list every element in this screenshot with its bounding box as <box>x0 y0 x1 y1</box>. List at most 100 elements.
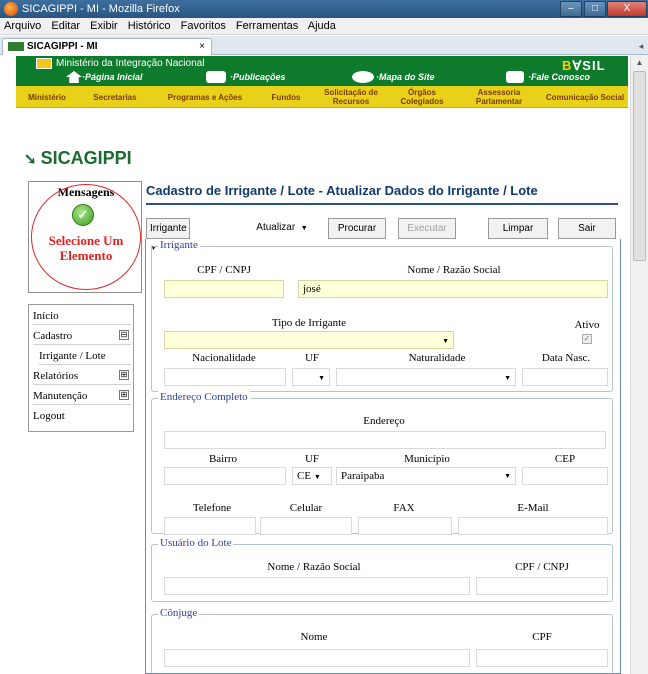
nacionalidade-input[interactable] <box>164 368 286 386</box>
entity-select[interactable]: Irrigante ▼ <box>146 218 190 252</box>
conjuge-cpf-input[interactable] <box>476 649 608 667</box>
cep-input[interactable] <box>522 467 608 485</box>
browser-tab[interactable]: SICAGIPPI - MI × <box>2 38 212 55</box>
nav-solicitacao-de-recursos[interactable]: Solicitação de Recursos <box>314 86 388 108</box>
data-nasc-input[interactable] <box>522 368 608 386</box>
expand-icon[interactable]: ⊞ <box>119 370 129 380</box>
maximize-button[interactable]: □ <box>584 1 606 17</box>
expand-icon[interactable]: ⊞ <box>119 390 129 400</box>
link-mapa-do-site[interactable]: ·Mapa do Site <box>376 72 435 82</box>
usuario-cpf-label: CPF / CNPJ <box>515 561 569 573</box>
ministry-flag-icon <box>36 58 52 69</box>
sidebar-item-logout[interactable]: Logout <box>33 407 131 425</box>
usuario-cpf-input[interactable] <box>476 577 608 595</box>
home-icon <box>66 71 82 83</box>
action-select-value: Atualizar <box>256 222 296 233</box>
scroll-thumb[interactable] <box>633 71 646 261</box>
cpf-cnpj-input[interactable] <box>164 280 284 298</box>
endereco-uf-select[interactable]: CE ▼ <box>292 467 332 485</box>
email-label: E-Mail <box>517 502 549 514</box>
telefone-label: Telefone <box>192 502 232 514</box>
link-fale-conosco[interactable]: ·Fale Conosco <box>528 72 590 82</box>
menu-editar[interactable]: Editar <box>51 20 80 32</box>
endereco-uf-value: CE <box>297 470 312 482</box>
sidebar-item-cadastro[interactable]: Cadastro ⊟ <box>33 327 131 345</box>
site-header: Ministério da Integração Nacional BⱯSIL … <box>16 56 628 134</box>
brasil-logo-b: B <box>562 58 573 73</box>
limpar-button[interactable]: Limpar <box>488 218 548 239</box>
close-window-button[interactable]: X <box>607 1 647 17</box>
scroll-up-icon[interactable]: ▲ <box>631 55 648 71</box>
usuario-nome-input[interactable] <box>164 577 470 595</box>
sidebar-item-label: Cadastro <box>33 330 73 342</box>
cpf-cnpj-label: CPF / CNPJ <box>197 264 251 276</box>
tab-close-icon[interactable]: × <box>199 39 205 55</box>
conjuge-cpf-label: CPF <box>532 631 552 643</box>
link-publicacoes[interactable]: ·Publicações <box>230 72 286 82</box>
tab-label: SICAGIPPI - MI <box>27 41 98 52</box>
link-pagina-inicial[interactable]: ·Página Inicial <box>82 72 143 82</box>
sidebar-item-manutencao[interactable]: Manutenção ⊞ <box>33 387 131 405</box>
nome-razao-social-label: Nome / Razão Social <box>407 264 501 276</box>
sidebar-item-irrigante-lote[interactable]: Irrigante / Lote <box>39 347 131 365</box>
mail-icon <box>506 71 524 83</box>
procurar-button[interactable]: Procurar <box>328 218 386 239</box>
nome-razao-social-input[interactable]: josé <box>298 280 608 298</box>
tab-list-icon[interactable]: ◂ <box>635 38 647 54</box>
data-nasc-label: Data Nasc. <box>541 352 591 364</box>
chevron-down-icon: ▼ <box>318 374 325 382</box>
action-select[interactable]: Atualizar ▼ <box>244 218 320 239</box>
usuario-legend: Usuário do Lote <box>158 537 234 549</box>
sidebar-item-label: Irrigante / Lote <box>39 350 106 362</box>
nav-secretarias[interactable]: Secretarias <box>78 86 152 108</box>
page-title: Cadastro de Irrigante / Lote - Atualizar… <box>146 183 538 198</box>
irrigante-fieldset: Irrigante CPF / CNPJ Nome / Razão Social… <box>151 239 613 392</box>
menu-exibir[interactable]: Exibir <box>90 20 118 32</box>
nav-fundos[interactable]: Fundos <box>258 86 314 108</box>
cep-label: CEP <box>554 453 576 465</box>
tipo-irrigante-select[interactable]: ▼ <box>164 331 454 349</box>
ativo-checkbox[interactable]: ✓ <box>582 334 592 344</box>
ministry-name: Ministério da Integração Nacional <box>56 58 205 69</box>
nav-programas-e-acoes[interactable]: Programas e Ações <box>152 86 258 108</box>
email-input[interactable] <box>458 517 608 535</box>
bairro-input[interactable] <box>164 467 286 485</box>
header-spacer <box>16 108 628 134</box>
fax-input[interactable] <box>358 517 452 535</box>
conjuge-nome-input[interactable] <box>164 649 470 667</box>
celular-input[interactable] <box>260 517 352 535</box>
endereco-legend: Endereço Completo <box>158 391 250 403</box>
sidebar-item-relatorios[interactable]: Relatórios ⊞ <box>33 367 131 385</box>
chevron-down-icon: ▼ <box>300 225 308 232</box>
sidebar-item-inicio[interactable]: Início <box>33 307 131 325</box>
endereco-fieldset: Endereço Completo Endereço Bairro UF CE … <box>151 391 613 535</box>
executar-button[interactable]: Executar <box>398 218 456 239</box>
sair-button[interactable]: Sair <box>558 218 616 239</box>
collapse-icon[interactable]: ⊟ <box>119 330 129 340</box>
uf-select[interactable]: ▼ <box>292 368 330 386</box>
nav-ministerio[interactable]: Ministério <box>16 86 78 108</box>
government-band: Ministério da Integração Nacional BⱯSIL … <box>16 56 628 86</box>
menu-arquivo[interactable]: Arquivo <box>4 20 41 32</box>
sidebar-item-label: Logout <box>33 410 65 422</box>
naturalidade-select[interactable]: ▼ <box>336 368 516 386</box>
nav-comunicacao-social[interactable]: Comunicação Social <box>542 86 628 108</box>
nav-assessoria-parlamentar[interactable]: Assessoria Parlamentar <box>456 86 542 108</box>
sidebar-item-label: Início <box>33 310 59 322</box>
map-icon <box>352 71 374 83</box>
telefone-input[interactable] <box>164 517 256 535</box>
municipio-select[interactable]: Paraipaba ▼ <box>336 467 516 485</box>
nav-orgaos-colegiados[interactable]: Órgãos Colegiados <box>388 86 456 108</box>
page-scrollbar[interactable]: ▲ <box>630 55 648 674</box>
menu-favoritos[interactable]: Favoritos <box>181 20 226 32</box>
menu-ferramentas[interactable]: Ferramentas <box>236 20 298 32</box>
minimize-button[interactable]: ‒ <box>560 1 582 17</box>
endereco-input[interactable] <box>164 431 606 449</box>
menu-historico[interactable]: Histórico <box>128 20 171 32</box>
entity-select-value: Irrigante <box>150 223 187 234</box>
celular-label: Celular <box>289 502 323 514</box>
window-title: SICAGIPPI - MI - Mozilla Firefox <box>22 3 180 15</box>
menu-ajuda[interactable]: Ajuda <box>308 20 336 32</box>
chevron-down-icon: ▼ <box>504 472 511 480</box>
highlight-circle <box>31 184 141 290</box>
